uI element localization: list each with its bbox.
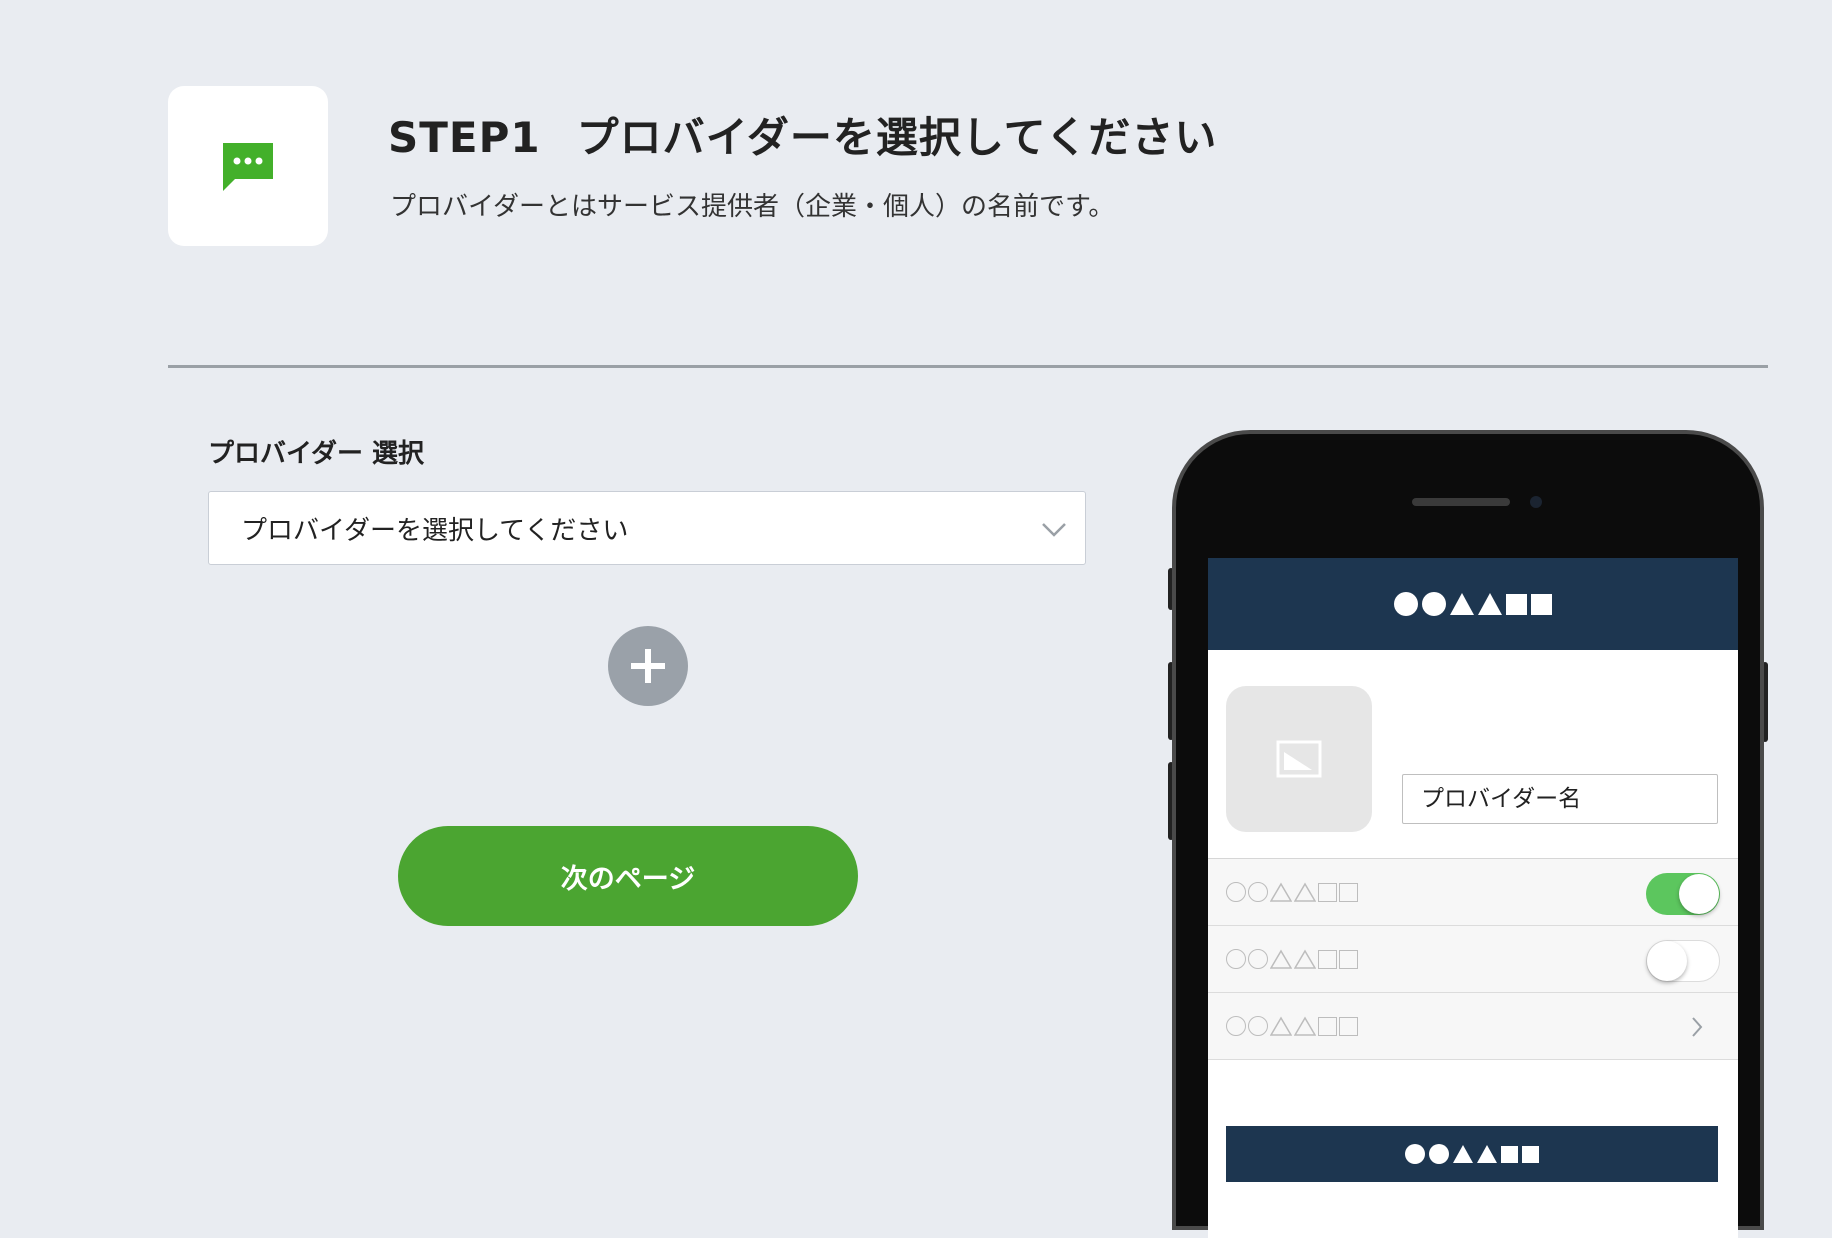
provider-select-label: プロバイダー 選択: [208, 439, 425, 469]
list-item: [1208, 859, 1738, 926]
list-item: [1208, 993, 1738, 1060]
image-icon: [1276, 740, 1322, 778]
placeholder-shapes: [1405, 1144, 1539, 1164]
chevron-down-icon: [1042, 523, 1066, 537]
placeholder-shapes-label: [1226, 882, 1358, 902]
placeholder-shapes-label: [1226, 1016, 1358, 1036]
step-icon-box: [168, 86, 328, 246]
preview-footer-button: [1226, 1126, 1718, 1182]
preview-app-header: [1208, 558, 1738, 650]
next-page-button[interactable]: 次のページ: [398, 826, 858, 926]
page-title: STEP1 プロバイダーを選択してください: [388, 104, 1217, 165]
provider-name-field: プロバイダー名: [1402, 774, 1718, 824]
list-item: [1208, 926, 1738, 993]
step-title-text: プロバイダーを選択してください: [576, 113, 1218, 162]
provider-image-placeholder: [1226, 686, 1372, 832]
toggle-switch-on: [1646, 873, 1720, 915]
provider-select-value: プロバイダーを選択してください: [241, 516, 629, 546]
phone-screen: プロバイダー名: [1208, 558, 1738, 1238]
toggle-switch-off: [1646, 940, 1720, 982]
divider: [168, 365, 1768, 368]
step-description: プロバイダーとはサービス提供者（企業・個人）の名前です。: [390, 192, 1115, 222]
provider-select[interactable]: プロバイダーを選択してください: [208, 491, 1086, 565]
add-provider-button[interactable]: [608, 626, 688, 706]
phone-camera: [1530, 496, 1542, 508]
phone-preview: プロバイダー名: [1172, 430, 1764, 1238]
chevron-right-icon: [1692, 1017, 1703, 1037]
chat-bubble-icon: [223, 143, 273, 191]
preview-settings-list: [1208, 858, 1738, 1060]
placeholder-shapes-label: [1226, 949, 1358, 969]
plus-icon: [631, 649, 665, 683]
step-number: STEP1: [388, 113, 541, 162]
phone-speaker: [1412, 498, 1510, 506]
placeholder-shapes: [1394, 592, 1552, 616]
